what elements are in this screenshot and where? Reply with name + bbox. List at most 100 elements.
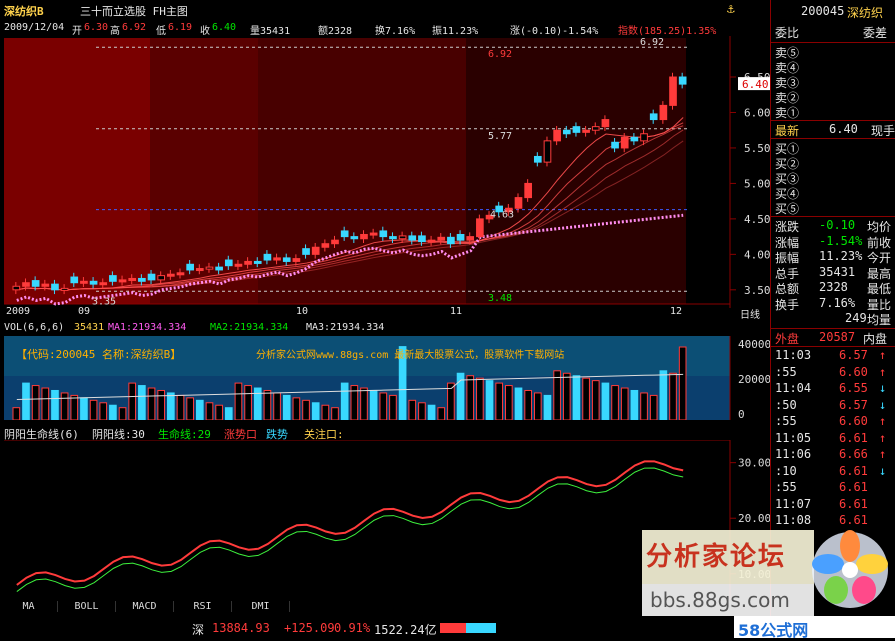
volume-bar: [340, 382, 349, 420]
vol-value: 35431: [74, 322, 105, 333]
volume-bar: [418, 402, 426, 420]
volume-bar: [176, 394, 185, 420]
forum-watermark[interactable]: 分析家论坛 bbs.88gs.com 58公式网: [642, 530, 895, 640]
volume-bar: [659, 370, 668, 420]
volume-bar: [321, 404, 330, 420]
tick-time: :55: [775, 364, 797, 379]
candle-body: [157, 275, 166, 281]
tick-arrow-icon: ↑: [879, 364, 887, 379]
tick-row: 11:04 6.55 ↓: [775, 381, 895, 397]
x-label-09: 09: [78, 306, 91, 317]
tab-rsi[interactable]: RSI: [174, 601, 232, 612]
wm-url: bbs.88gs.com: [650, 588, 790, 612]
candle-body: [186, 263, 194, 271]
volume-bar: [553, 370, 561, 420]
candle-body: [437, 236, 446, 241]
stat-right-label: 最高: [867, 266, 892, 281]
stat-right-label: 均价: [867, 220, 892, 234]
volume-bar: [89, 399, 98, 420]
vol-title: VOL(6,6,6): [4, 322, 65, 333]
volume-bar: [369, 389, 378, 420]
stock-name[interactable]: 深纺织B: [4, 3, 44, 19]
volume-bar: [31, 385, 40, 420]
candle-body: [167, 273, 175, 277]
buy-row: 买①: [775, 140, 895, 156]
candle-body: [234, 263, 243, 267]
index-change: +125.09: [284, 621, 335, 635]
tick-price: 6.57: [839, 348, 868, 362]
candle-body: [514, 197, 523, 209]
tick-price: 6.61: [839, 496, 868, 511]
wm-title: 分析家论坛: [646, 542, 787, 572]
candle-body: [22, 282, 30, 287]
volume-bar: [224, 407, 233, 420]
volume-bar: [514, 387, 523, 420]
period-label[interactable]: 日线: [740, 306, 760, 321]
candle-body: [263, 253, 272, 261]
candle-body: [543, 140, 552, 163]
tab-macd[interactable]: MACD: [116, 601, 174, 612]
x-label-2009: 2009: [6, 306, 31, 317]
candle-body: [466, 236, 475, 241]
index-level: 13884.93: [212, 621, 270, 635]
candle-body: [51, 283, 59, 291]
vol-ytick-label: 0: [738, 408, 745, 420]
volume-bar: [524, 389, 532, 420]
volume-bar: [678, 346, 687, 420]
volume-bar: [12, 407, 21, 420]
candle-body: [456, 233, 465, 241]
candle-body: [350, 236, 359, 240]
volume-bar: [611, 385, 619, 420]
candle-body: [331, 239, 339, 245]
tab-boll[interactable]: BOLL: [58, 601, 116, 612]
stat-value: 35431: [819, 264, 856, 279]
candle-body: [195, 268, 204, 272]
candle-body: [620, 136, 629, 149]
volume-bar: [360, 387, 368, 420]
volume-value: 量35431: [250, 26, 291, 37]
high-label: 高: [110, 26, 120, 37]
price-chart[interactable]: 6.925.774.633.483.356.92 6.506.005.505.0…: [0, 36, 770, 308]
outer-value: 20587: [819, 330, 856, 344]
open-value: 6.30: [84, 22, 109, 33]
sell-row: 卖④: [775, 59, 895, 75]
volume-bar: [620, 387, 629, 420]
tick-time: 11:04: [775, 381, 812, 395]
formula-title[interactable]: 三十而立选股 FH主图: [80, 3, 188, 19]
candle-body: [582, 129, 590, 133]
anchor-icon[interactable]: ⚓: [727, 2, 735, 17]
stat-value: 7.16%: [819, 295, 856, 310]
ad-banner[interactable]: 分析家公式网www.88gs.com 最新最大股票公式，股票软件下载网站: [256, 346, 564, 361]
bid-ratio-label: 委比: [775, 26, 800, 40]
candle-body: [418, 235, 426, 243]
tab-dmi[interactable]: DMI: [232, 601, 290, 612]
label-3-48: 3.48: [488, 293, 512, 304]
tick-row: 11:05 6.61 ↑: [775, 431, 895, 447]
candle-body: [147, 273, 156, 281]
inner-label: 内盘: [863, 332, 888, 346]
volume-bar: [282, 394, 291, 420]
candle-body: [379, 230, 388, 238]
tick-price: 6.60: [839, 364, 868, 379]
label-high-6-92: 6.92: [640, 37, 664, 48]
info-date: 2009/12/04: [4, 22, 65, 33]
tab-ma[interactable]: MA: [0, 601, 58, 612]
candle-body: [562, 129, 571, 135]
vol-ytick-label: 40000: [738, 338, 770, 351]
volume-bar: [379, 392, 388, 420]
volume-bar: [51, 389, 59, 420]
quote-title: 200045 深纺织: [771, 0, 895, 22]
stat-right-label: 前收: [867, 235, 892, 250]
stat-row: 总额 2328 最低: [775, 280, 895, 296]
x-label-11: 11: [450, 306, 463, 317]
sell-row: 卖⑤: [775, 44, 895, 60]
stat-right-label: 最低: [867, 282, 892, 296]
tick-time: 11:06: [775, 447, 812, 461]
volume-bar: [195, 399, 204, 420]
candle-body: [340, 230, 349, 238]
outer-label: 外盘: [775, 332, 800, 346]
close-label: 收: [200, 26, 210, 37]
title-bar: 深纺织B 三十而立选股 FH主图 ⚓: [0, 0, 770, 22]
candle-body: [553, 129, 561, 142]
volume-bar: [601, 382, 610, 420]
